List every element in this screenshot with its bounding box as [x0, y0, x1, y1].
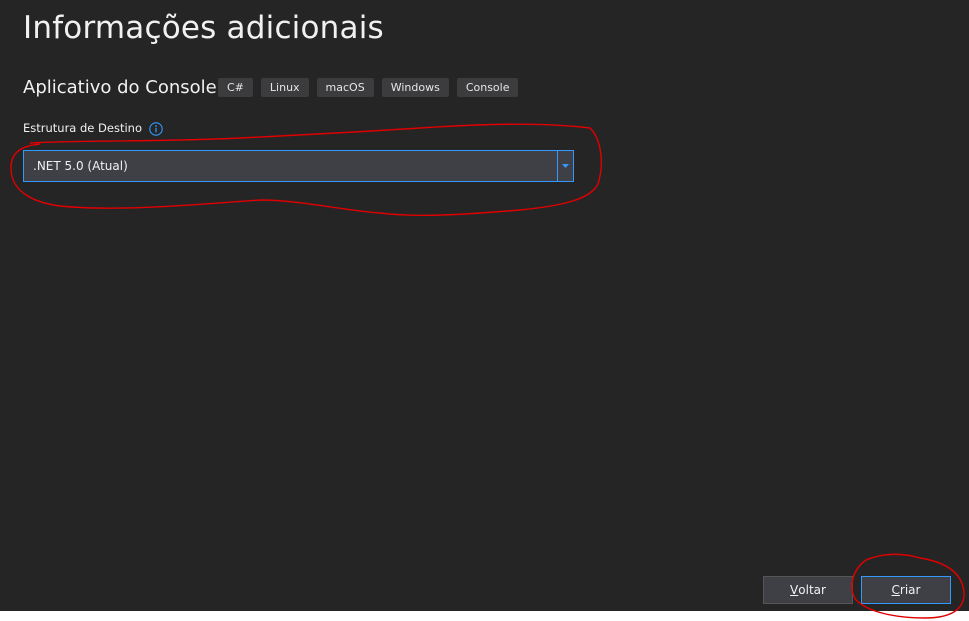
- create-button-label: riar: [899, 583, 921, 597]
- create-button[interactable]: Criar: [861, 576, 951, 604]
- back-button[interactable]: Voltar: [763, 576, 853, 604]
- dialog-window: Informações adicionais Aplicativo do Con…: [0, 0, 969, 619]
- target-framework-select[interactable]: .NET 5.0 (Atual): [23, 150, 574, 182]
- template-tags: C# Linux macOS Windows Console: [218, 78, 519, 97]
- back-button-label: oltar: [798, 583, 826, 597]
- target-framework-selected-value: .NET 5.0 (Atual): [33, 159, 128, 173]
- back-button-mnemonic: V: [790, 583, 799, 597]
- tag-console: Console: [456, 78, 519, 97]
- template-name: Aplicativo do Console: [23, 77, 217, 98]
- target-framework-label: Estrutura de Destino: [23, 121, 142, 135]
- info-icon[interactable]: [149, 121, 163, 136]
- tag-linux: Linux: [260, 78, 309, 97]
- create-button-mnemonic: C: [891, 583, 900, 597]
- tag-windows: Windows: [381, 78, 449, 97]
- page-title: Informações adicionais: [23, 10, 384, 46]
- tag-macos: macOS: [316, 78, 374, 97]
- tag-csharp: C#: [218, 78, 253, 97]
- target-framework-label-row: Estrutura de Destino: [23, 121, 163, 136]
- chevron-down-icon[interactable]: [557, 151, 573, 181]
